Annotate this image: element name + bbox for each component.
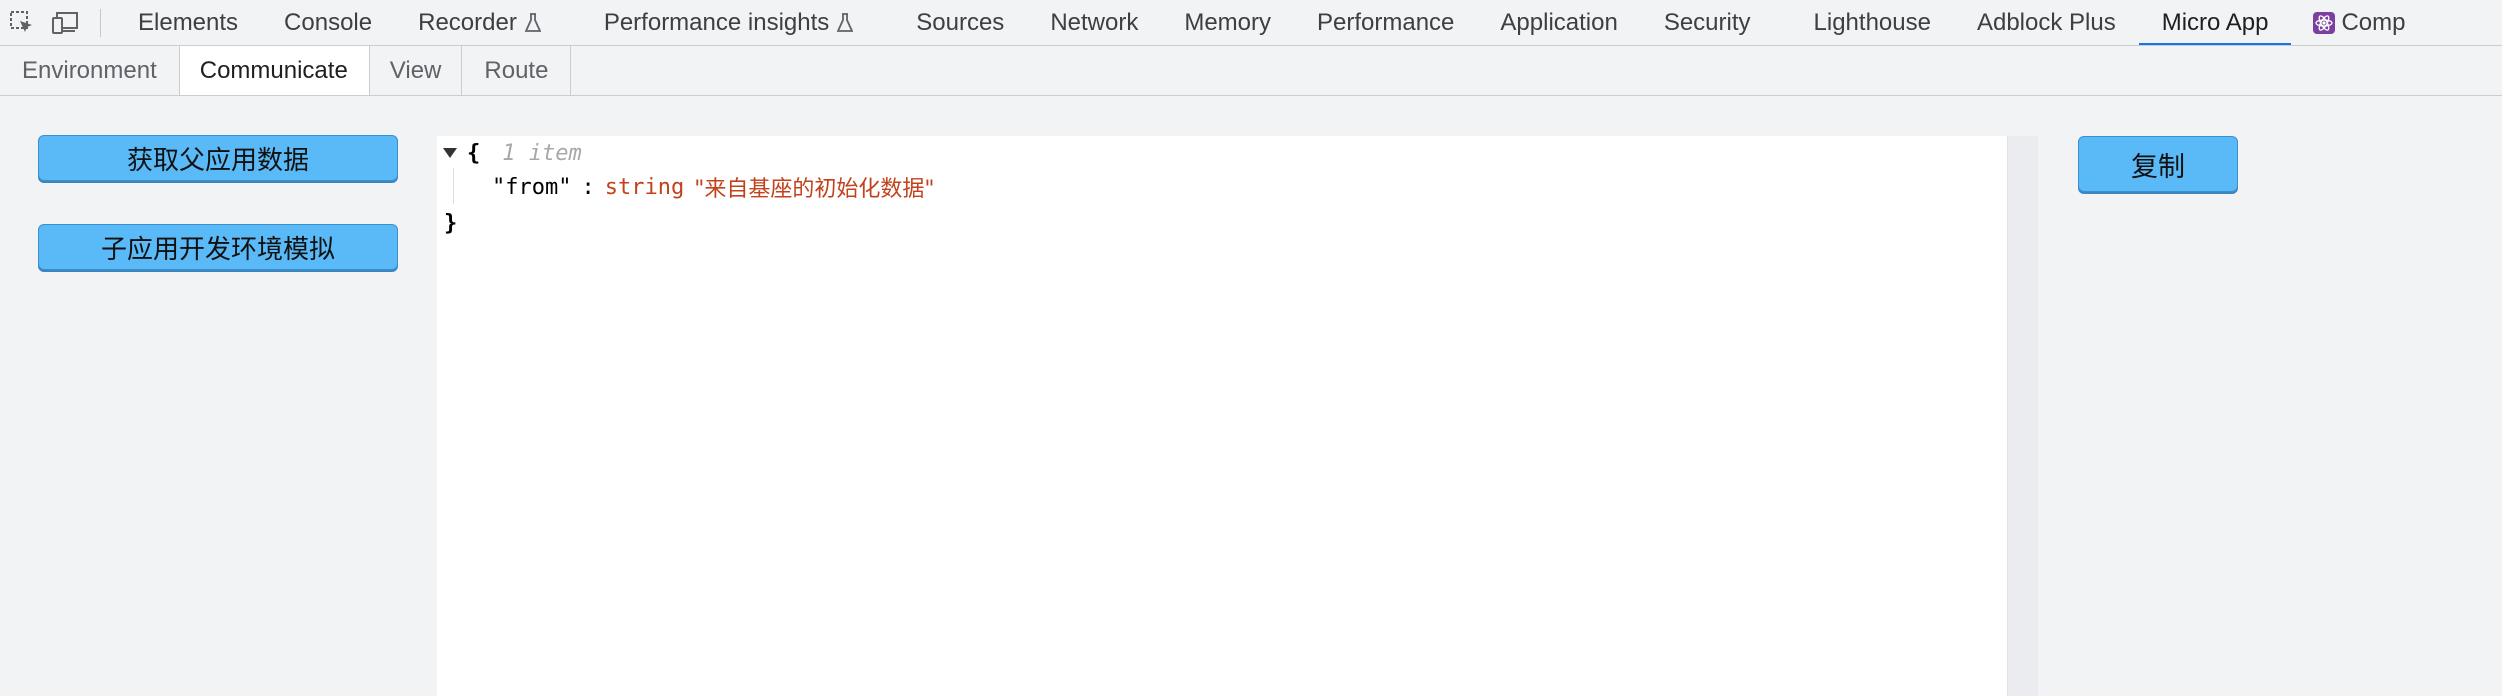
collapse-caret-icon[interactable] bbox=[443, 148, 457, 158]
tab-security[interactable]: Security bbox=[1641, 0, 1774, 45]
tab-sources[interactable]: Sources bbox=[876, 0, 1027, 45]
json-viewer: { 1 item "from" : string "来自基座的初始化数据" } bbox=[437, 136, 2007, 696]
json-property-line: "from" : string "来自基座的初始化数据" bbox=[492, 172, 935, 203]
tab-label: Lighthouse bbox=[1813, 8, 1931, 36]
json-string-value: "来自基座的初始化数据" bbox=[694, 177, 935, 202]
react-icon bbox=[2313, 11, 2336, 34]
tab-console[interactable]: Console bbox=[261, 0, 395, 45]
flask-icon bbox=[524, 12, 541, 33]
subtab-label: Communicate bbox=[199, 56, 348, 84]
device-toolbar-icon[interactable] bbox=[44, 0, 88, 45]
inspect-element-icon[interactable] bbox=[0, 0, 44, 45]
subtab-view[interactable]: View bbox=[370, 46, 463, 95]
micro-app-subtab-bar: Environment Communicate View Route bbox=[0, 46, 2502, 96]
subtab-label: View bbox=[389, 56, 442, 84]
tab-label: Performance insights bbox=[603, 8, 830, 36]
tab-elements[interactable]: Elements bbox=[115, 0, 261, 45]
subtab-environment[interactable]: Environment bbox=[0, 46, 180, 95]
json-item-count: 1 item bbox=[502, 140, 582, 166]
json-open-brace: { bbox=[467, 140, 481, 166]
tab-label: Performance bbox=[1317, 8, 1455, 36]
tab-label: Security bbox=[1663, 8, 1751, 36]
tab-performance[interactable]: Performance bbox=[1294, 0, 1477, 45]
get-parent-data-button[interactable]: 获取父应用数据 bbox=[38, 135, 398, 181]
subtab-label: Environment bbox=[22, 56, 157, 84]
tab-label: Network bbox=[1050, 8, 1139, 36]
tab-label: Elements bbox=[138, 8, 239, 36]
toolbar-divider bbox=[100, 8, 101, 37]
json-root-line[interactable]: { 1 item bbox=[437, 138, 582, 168]
tab-label: Recorder bbox=[418, 8, 517, 36]
tab-performance-insights[interactable]: Performance insights bbox=[564, 0, 876, 45]
panel-divider bbox=[2007, 136, 2038, 696]
devtools-tab-bar: Elements Console Recorder Performance in… bbox=[0, 0, 2502, 46]
communicate-panel: 获取父应用数据 子应用开发环境模拟 { 1 item "from" : stri… bbox=[0, 96, 2502, 696]
tab-label: Console bbox=[284, 8, 373, 36]
tab-recorder[interactable]: Recorder bbox=[395, 0, 564, 45]
tab-application[interactable]: Application bbox=[1477, 0, 1640, 45]
json-colon: : bbox=[581, 174, 595, 200]
json-close-line: } bbox=[444, 208, 457, 238]
tab-micro-app[interactable]: Micro App bbox=[2138, 0, 2292, 45]
flask-icon bbox=[837, 12, 854, 33]
subtab-communicate[interactable]: Communicate bbox=[179, 46, 370, 95]
tab-components[interactable]: Comp bbox=[2291, 0, 2428, 45]
tab-label: Sources bbox=[916, 8, 1005, 36]
simulate-dev-env-button[interactable]: 子应用开发环境模拟 bbox=[38, 224, 398, 270]
indent-guide bbox=[453, 168, 454, 204]
subtab-label: Route bbox=[484, 56, 549, 84]
json-key: "from" bbox=[492, 174, 572, 200]
subtab-route[interactable]: Route bbox=[462, 46, 572, 95]
json-value-type: string bbox=[604, 174, 685, 200]
tab-label: Memory bbox=[1184, 8, 1272, 36]
tab-label: Application bbox=[1500, 8, 1618, 36]
tab-adblock-plus[interactable]: Adblock Plus bbox=[1954, 0, 2139, 45]
json-close-brace: } bbox=[444, 210, 458, 236]
tab-memory[interactable]: Memory bbox=[1161, 0, 1294, 45]
tab-label: Comp bbox=[2341, 8, 2406, 36]
tab-lighthouse[interactable]: Lighthouse bbox=[1774, 0, 1954, 45]
tab-label: Micro App bbox=[2161, 8, 2269, 36]
copy-button[interactable]: 复制 bbox=[2078, 136, 2238, 192]
tab-network[interactable]: Network bbox=[1027, 0, 1161, 45]
tab-label: Adblock Plus bbox=[1976, 8, 2116, 36]
